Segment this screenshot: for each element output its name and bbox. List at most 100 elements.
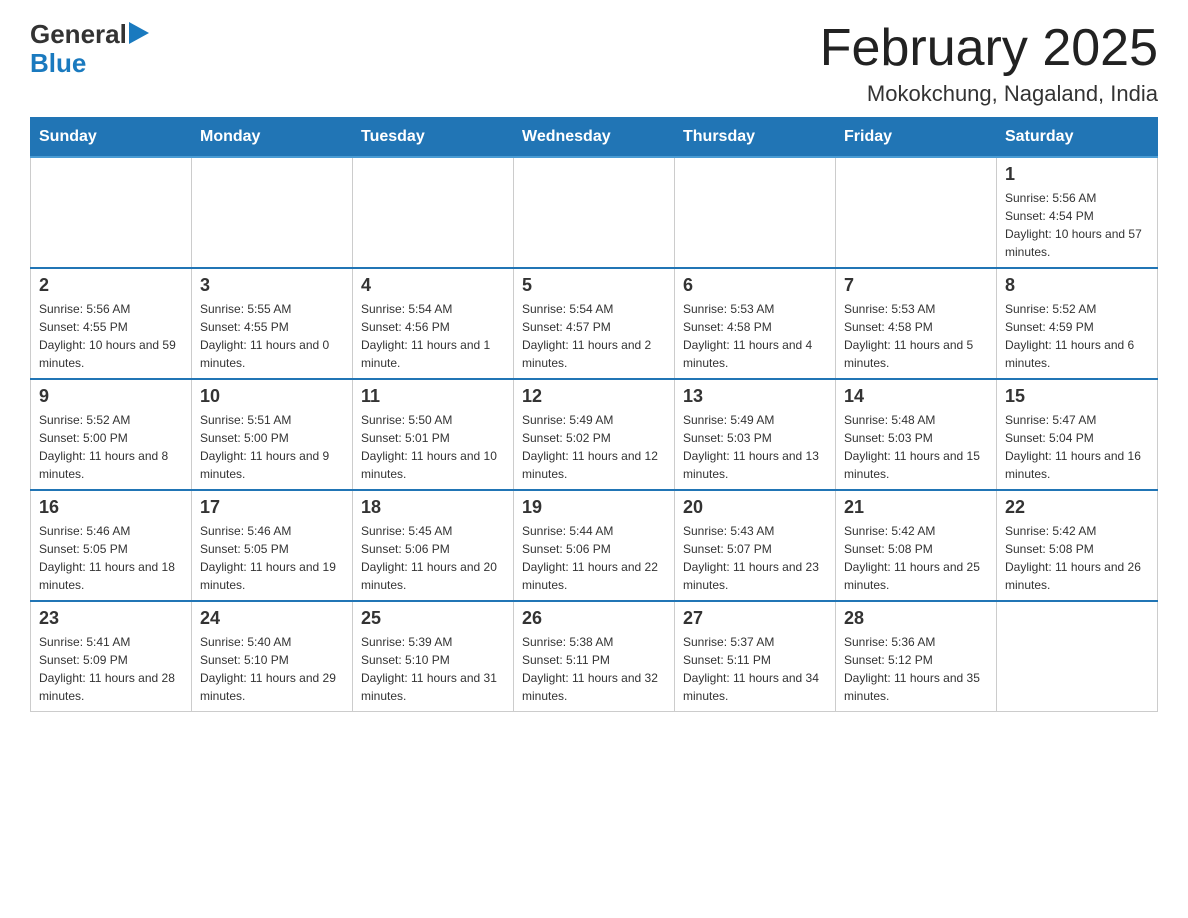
calendar-cell (997, 601, 1158, 712)
calendar-cell: 21 Sunrise: 5:42 AMSunset: 5:08 PMDayligh… (836, 490, 997, 601)
day-info: Sunrise: 5:42 AMSunset: 5:08 PMDaylight:… (844, 522, 988, 594)
day-info: Sunrise: 5:51 AMSunset: 5:00 PMDaylight:… (200, 411, 344, 483)
day-info: Sunrise: 5:42 AMSunset: 5:08 PMDaylight:… (1005, 522, 1149, 594)
calendar-cell: 17 Sunrise: 5:46 AMSunset: 5:05 PMDayligh… (192, 490, 353, 601)
calendar-cell: 6Sunrise: 5:53 AMSunset: 4:58 PMDaylight… (675, 268, 836, 379)
day-info: Sunrise: 5:46 AMSunset: 5:05 PMDaylight:… (200, 522, 344, 594)
day-number: 11 (361, 386, 505, 407)
day-number: 21 (844, 497, 988, 518)
calendar-cell: 5 Sunrise: 5:54 AMSunset: 4:57 PMDaylight… (514, 268, 675, 379)
calendar-cell: 13 Sunrise: 5:49 AMSunset: 5:03 PMDayligh… (675, 379, 836, 490)
calendar-cell (514, 157, 675, 268)
day-info: Sunrise: 5:49 AMSunset: 5:03 PMDaylight:… (683, 411, 827, 483)
calendar-cell (192, 157, 353, 268)
calendar-cell (675, 157, 836, 268)
calendar-cell (353, 157, 514, 268)
day-number: 9 (39, 386, 183, 407)
calendar-week-5: 23Sunrise: 5:41 AMSunset: 5:09 PMDayligh… (31, 601, 1158, 712)
header-tuesday: Tuesday (353, 118, 514, 158)
day-number: 8 (1005, 275, 1149, 296)
day-number: 23 (39, 608, 183, 629)
day-number: 7 (844, 275, 988, 296)
header-sunday: Sunday (31, 118, 192, 158)
day-number: 19 (522, 497, 666, 518)
logo-text-blue: Blue (30, 49, 86, 78)
calendar-cell: 15Sunrise: 5:47 AMSunset: 5:04 PMDayligh… (997, 379, 1158, 490)
day-info: Sunrise: 5:44 AMSunset: 5:06 PMDaylight:… (522, 522, 666, 594)
header-friday: Friday (836, 118, 997, 158)
day-number: 14 (844, 386, 988, 407)
day-number: 24 (200, 608, 344, 629)
day-number: 28 (844, 608, 988, 629)
calendar-cell: 28 Sunrise: 5:36 AMSunset: 5:12 PMDayligh… (836, 601, 997, 712)
header-saturday: Saturday (997, 118, 1158, 158)
day-number: 26 (522, 608, 666, 629)
day-info: Sunrise: 5:53 AMSunset: 4:58 PMDaylight:… (844, 300, 988, 372)
day-info: Sunrise: 5:50 AMSunset: 5:01 PMDaylight:… (361, 411, 505, 483)
day-info: Sunrise: 5:54 AMSunset: 4:56 PMDaylight:… (361, 300, 505, 372)
day-info: Sunrise: 5:54 AMSunset: 4:57 PMDaylight:… (522, 300, 666, 372)
day-info: Sunrise: 5:37 AMSunset: 5:11 PMDaylight:… (683, 633, 827, 705)
calendar-cell (31, 157, 192, 268)
day-number: 4 (361, 275, 505, 296)
day-number: 22 (1005, 497, 1149, 518)
day-info: Sunrise: 5:43 AMSunset: 5:07 PMDaylight:… (683, 522, 827, 594)
day-info: Sunrise: 5:46 AMSunset: 5:05 PMDaylight:… (39, 522, 183, 594)
title-section: February 2025 Mokokchung, Nagaland, Indi… (820, 20, 1158, 107)
day-info: Sunrise: 5:47 AMSunset: 5:04 PMDaylight:… (1005, 411, 1149, 483)
header-thursday: Thursday (675, 118, 836, 158)
header-row: Sunday Monday Tuesday Wednesday Thursday… (31, 118, 1158, 158)
day-number: 12 (522, 386, 666, 407)
calendar-cell: 19 Sunrise: 5:44 AMSunset: 5:06 PMDayligh… (514, 490, 675, 601)
calendar-cell: 4 Sunrise: 5:54 AMSunset: 4:56 PMDaylight… (353, 268, 514, 379)
day-info: Sunrise: 5:39 AMSunset: 5:10 PMDaylight:… (361, 633, 505, 705)
calendar-week-1: 1 Sunrise: 5:56 AMSunset: 4:54 PMDaylight… (31, 157, 1158, 268)
day-number: 13 (683, 386, 827, 407)
day-info: Sunrise: 5:56 AMSunset: 4:54 PMDaylight:… (1005, 189, 1149, 261)
calendar-cell: 7 Sunrise: 5:53 AMSunset: 4:58 PMDaylight… (836, 268, 997, 379)
calendar-cell: 24 Sunrise: 5:40 AMSunset: 5:10 PMDayligh… (192, 601, 353, 712)
month-title: February 2025 (820, 20, 1158, 77)
page-header: General Blue February 2025 Mokokchung, N… (30, 20, 1158, 107)
calendar-cell: 22 Sunrise: 5:42 AMSunset: 5:08 PMDayligh… (997, 490, 1158, 601)
day-number: 17 (200, 497, 344, 518)
calendar-cell: 26 Sunrise: 5:38 AMSunset: 5:11 PMDayligh… (514, 601, 675, 712)
day-info: Sunrise: 5:56 AMSunset: 4:55 PMDaylight:… (39, 300, 183, 372)
calendar-cell: 20 Sunrise: 5:43 AMSunset: 5:07 PMDayligh… (675, 490, 836, 601)
day-info: Sunrise: 5:36 AMSunset: 5:12 PMDaylight:… (844, 633, 988, 705)
day-number: 16 (39, 497, 183, 518)
day-number: 3 (200, 275, 344, 296)
day-info: Sunrise: 5:49 AMSunset: 5:02 PMDaylight:… (522, 411, 666, 483)
logo-triangle-icon (129, 22, 149, 44)
header-monday: Monday (192, 118, 353, 158)
day-info: Sunrise: 5:52 AMSunset: 5:00 PMDaylight:… (39, 411, 183, 483)
day-number: 20 (683, 497, 827, 518)
calendar-cell: 23Sunrise: 5:41 AMSunset: 5:09 PMDayligh… (31, 601, 192, 712)
calendar-week-4: 16 Sunrise: 5:46 AMSunset: 5:05 PMDayligh… (31, 490, 1158, 601)
day-number: 2 (39, 275, 183, 296)
day-number: 10 (200, 386, 344, 407)
day-info: Sunrise: 5:38 AMSunset: 5:11 PMDaylight:… (522, 633, 666, 705)
day-info: Sunrise: 5:52 AMSunset: 4:59 PMDaylight:… (1005, 300, 1149, 372)
calendar-cell: 27Sunrise: 5:37 AMSunset: 5:11 PMDayligh… (675, 601, 836, 712)
day-number: 25 (361, 608, 505, 629)
calendar-cell: 8 Sunrise: 5:52 AMSunset: 4:59 PMDaylight… (997, 268, 1158, 379)
calendar-cell: 2 Sunrise: 5:56 AMSunset: 4:55 PMDaylight… (31, 268, 192, 379)
logo-text-general: General (30, 20, 127, 49)
day-number: 18 (361, 497, 505, 518)
calendar-cell: 14 Sunrise: 5:48 AMSunset: 5:03 PMDayligh… (836, 379, 997, 490)
calendar-cell (836, 157, 997, 268)
calendar-cell: 10 Sunrise: 5:51 AMSunset: 5:00 PMDayligh… (192, 379, 353, 490)
calendar-cell: 12 Sunrise: 5:49 AMSunset: 5:02 PMDayligh… (514, 379, 675, 490)
day-number: 6 (683, 275, 827, 296)
day-number: 1 (1005, 164, 1149, 185)
day-number: 5 (522, 275, 666, 296)
calendar-cell: 25 Sunrise: 5:39 AMSunset: 5:10 PMDayligh… (353, 601, 514, 712)
day-info: Sunrise: 5:40 AMSunset: 5:10 PMDaylight:… (200, 633, 344, 705)
calendar-table: Sunday Monday Tuesday Wednesday Thursday… (30, 117, 1158, 712)
calendar-cell: 9 Sunrise: 5:52 AMSunset: 5:00 PMDaylight… (31, 379, 192, 490)
calendar-cell: 16 Sunrise: 5:46 AMSunset: 5:05 PMDayligh… (31, 490, 192, 601)
day-info: Sunrise: 5:55 AMSunset: 4:55 PMDaylight:… (200, 300, 344, 372)
logo: General Blue (30, 20, 149, 77)
day-info: Sunrise: 5:48 AMSunset: 5:03 PMDaylight:… (844, 411, 988, 483)
